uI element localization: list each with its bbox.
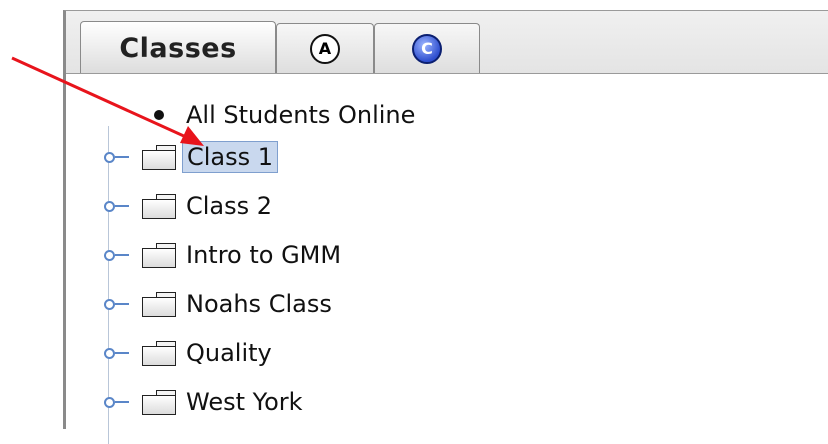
- tab-c[interactable]: C: [374, 23, 480, 73]
- tree-root-label: All Students Online: [186, 101, 416, 129]
- bullet-icon: [154, 110, 164, 120]
- tree-item-label: Class 2: [186, 192, 273, 220]
- expand-handle-icon[interactable]: [104, 395, 132, 409]
- tree-root[interactable]: All Students Online: [154, 97, 415, 133]
- tab-a[interactable]: A: [276, 23, 374, 73]
- tree-item-west-york[interactable]: West York: [104, 384, 307, 420]
- tree-item-quality[interactable]: Quality: [104, 335, 276, 371]
- a-circle-icon: A: [310, 33, 340, 64]
- tab-classes[interactable]: Classes: [80, 21, 276, 74]
- folder-icon: [142, 194, 176, 219]
- folder-icon: [142, 243, 176, 268]
- tab-strip: Classes A C: [66, 11, 828, 74]
- tree-item-label: Noahs Class: [186, 290, 332, 318]
- folder-icon: [142, 292, 176, 317]
- c-icon-glyph: C: [421, 39, 433, 58]
- folder-icon: [142, 390, 176, 415]
- expand-handle-icon[interactable]: [104, 346, 132, 360]
- tree-item-label: Quality: [186, 339, 272, 367]
- expand-handle-icon[interactable]: [104, 199, 132, 213]
- folder-icon: [142, 341, 176, 366]
- tree-item-intro-to-gmm[interactable]: Intro to GMM: [104, 237, 345, 273]
- tree-item-class-1[interactable]: Class 1: [104, 139, 279, 175]
- tree-item-class-2[interactable]: Class 2: [104, 188, 276, 224]
- tree-item-label: Intro to GMM: [186, 241, 342, 269]
- expand-handle-icon[interactable]: [104, 150, 132, 164]
- expand-handle-icon[interactable]: [104, 297, 132, 311]
- a-icon-glyph: A: [318, 39, 332, 58]
- tab-classes-label: Classes: [119, 32, 237, 64]
- expand-handle-icon[interactable]: [104, 248, 132, 262]
- tree-item-label: West York: [186, 388, 303, 416]
- c-circle-icon: C: [412, 33, 442, 64]
- folder-icon: [142, 145, 176, 170]
- class-tree: All Students Online Class 1 Class 2 Intr…: [66, 73, 828, 444]
- tree-item-noahs-class[interactable]: Noahs Class: [104, 286, 336, 322]
- tabbed-panel: Classes A C All Students Online Class 1: [63, 10, 828, 444]
- tree-item-label: Class 1: [182, 141, 279, 173]
